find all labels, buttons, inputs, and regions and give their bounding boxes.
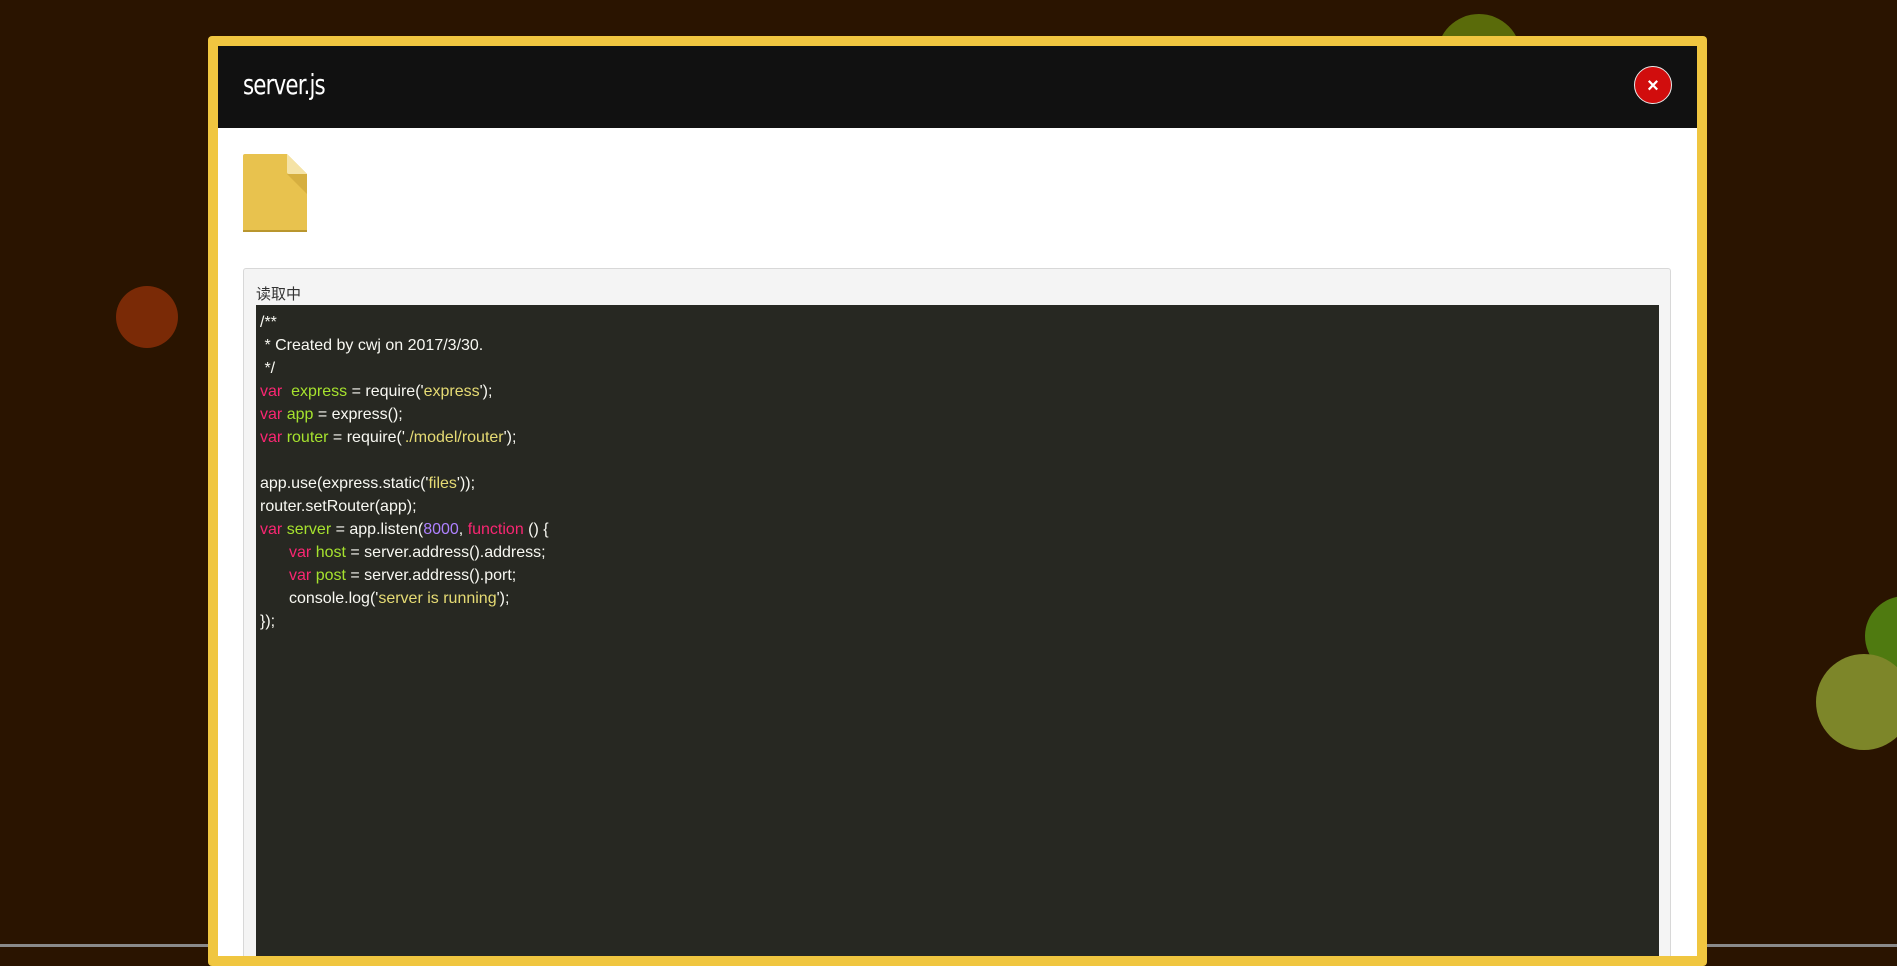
code-text: = server.address().address; (345, 544, 546, 561)
code-line: var router = require('./model/router'); (260, 426, 1655, 449)
code-line: console.log('server is running'); (260, 587, 1655, 610)
code-text: , (458, 521, 468, 538)
code-string: ./model/router (404, 429, 504, 446)
code-text: = server.address().port; (345, 567, 517, 584)
code-keyword: var (260, 429, 283, 446)
code-text: = require(' (328, 429, 405, 446)
code-keyword: var (260, 406, 283, 423)
code-string: files (428, 475, 457, 492)
file-content-panel: 读取中 /** * Created by cwj on 2017/3/30. *… (243, 268, 1671, 956)
background-circle-olive (1816, 654, 1897, 750)
file-icon (243, 154, 307, 232)
code-string: express (423, 383, 480, 400)
code-text: console.log(' (289, 590, 379, 607)
loading-status: 读取中 (256, 285, 302, 303)
code-identifier: post (315, 567, 346, 584)
code-line: router.setRouter(app); (260, 498, 417, 515)
code-keyword: var (289, 544, 312, 561)
code-line: */ (260, 360, 276, 377)
code-identifier: app (286, 406, 314, 423)
code-string: server is running (378, 590, 497, 607)
code-line: app.use(express.static('files')); (260, 472, 1655, 495)
code-text: = app.listen( (331, 521, 424, 538)
code-line: var express = require('express'); (260, 380, 1655, 403)
code-line: * Created by cwj on 2017/3/30. (260, 337, 484, 354)
code-line: /** (260, 314, 277, 331)
code-line: }); (260, 613, 276, 630)
code-line: var server = app.listen(8000, function (… (260, 518, 1655, 541)
code-text: '); (479, 383, 493, 400)
code-line: var host = server.address().address; (260, 541, 1655, 564)
code-identifier: router (286, 429, 329, 446)
code-line: var app = express(); (260, 403, 1655, 426)
modal-body: server.js × 读取中 /** * Created by cwj on … (218, 46, 1697, 956)
code-keyword: var (289, 567, 312, 584)
close-button[interactable]: × (1634, 66, 1672, 104)
code-identifier: server (286, 521, 332, 538)
code-text: = require(' (347, 383, 424, 400)
code-identifier: host (315, 544, 346, 561)
modal-title: server.js (243, 68, 326, 101)
code-text: app.use(express.static(' (260, 475, 429, 492)
code-text: ')); (456, 475, 476, 492)
code-keyword: var (260, 383, 283, 400)
background-circle-orange (116, 286, 178, 348)
code-keyword: var (260, 521, 283, 538)
code-text: () { (523, 521, 549, 538)
code-viewer[interactable]: /** * Created by cwj on 2017/3/30. */ va… (256, 305, 1659, 956)
code-text: '); (503, 429, 517, 446)
code-keyword: function (467, 521, 524, 538)
code-identifier: express (291, 383, 348, 400)
modal-header: server.js × (218, 46, 1697, 128)
code-number: 8000 (423, 521, 459, 538)
file-preview-modal: server.js × 读取中 /** * Created by cwj on … (208, 36, 1707, 966)
code-line: var post = server.address().port; (260, 564, 1655, 587)
code-text: = express(); (313, 406, 403, 423)
code-text: '); (496, 590, 510, 607)
